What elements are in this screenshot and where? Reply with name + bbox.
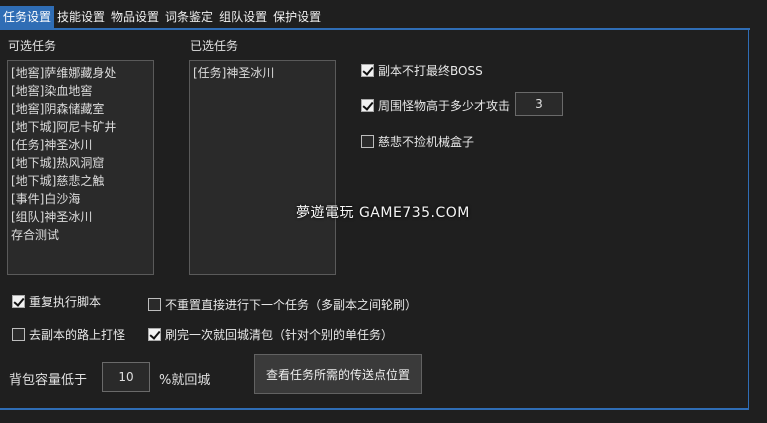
skip-final-boss-option[interactable]: 副本不打最终BOSS — [361, 62, 483, 79]
no-pickup-mech-box-option[interactable]: 慈悲不捡机械盒子 — [361, 133, 474, 150]
no-reset-next-task-option[interactable]: 不重置直接进行下一个任务（多副本之间轮刷） — [148, 296, 417, 313]
attack-level-label: 周围怪物高于多少才攻击 — [378, 99, 511, 113]
fight-on-way-option[interactable]: 去副本的路上打怪 — [12, 326, 125, 343]
checkbox-unchecked-icon[interactable] — [361, 135, 374, 148]
skip-final-boss-label: 副本不打最终BOSS — [378, 64, 483, 78]
tab-affix-identify[interactable]: 词条鉴定 — [162, 6, 216, 28]
list-item[interactable]: [地窖]阴森储藏室 — [11, 100, 153, 118]
list-item[interactable]: [事件]白沙海 — [11, 190, 153, 208]
tab-item-settings[interactable]: 物品设置 — [108, 6, 162, 28]
attack-level-option[interactable]: 周围怪物高于多少才攻击 — [361, 97, 510, 114]
attack-level-input[interactable]: 3 — [515, 92, 563, 116]
available-tasks-list[interactable]: [地窖]萨维娜藏身处 [地窖]染血地窖 [地窖]阴森储藏室 [地下城]阿尼卡矿井… — [7, 60, 154, 275]
selected-tasks-list[interactable]: [任务]神圣冰川 — [189, 60, 336, 275]
no-reset-next-task-label: 不重置直接进行下一个任务（多副本之间轮刷） — [165, 298, 418, 312]
list-item[interactable]: [任务]神圣冰川 — [11, 136, 153, 154]
return-clear-bag-label: 刷完一次就回城清包（针对个别的单任务） — [165, 328, 394, 342]
tab-protect-settings[interactable]: 保护设置 — [270, 6, 324, 28]
selected-tasks-label: 已选任务 — [190, 39, 239, 53]
tab-task-settings[interactable]: 任务设置 — [0, 6, 55, 28]
bag-capacity-input[interactable]: 10 — [102, 362, 150, 392]
checkbox-checked-icon[interactable] — [361, 99, 374, 112]
tab-team-settings[interactable]: 组队设置 — [216, 6, 270, 28]
list-item[interactable]: [地窖]染血地窖 — [11, 82, 153, 100]
bag-capacity-suffix: %就回城 — [159, 373, 211, 388]
list-item[interactable]: [组队]神圣冰川 — [11, 208, 153, 226]
no-pickup-mech-box-label: 慈悲不捡机械盒子 — [378, 135, 475, 149]
checkbox-unchecked-icon[interactable] — [12, 328, 25, 341]
bag-capacity-label: 背包容量低于 — [9, 373, 88, 388]
tab-skill-settings[interactable]: 技能设置 — [54, 6, 108, 28]
list-item[interactable]: [地窖]萨维娜藏身处 — [11, 64, 153, 82]
list-item[interactable]: 存合测试 — [11, 226, 153, 244]
watermark: 夢遊電玩 GAME735.COM — [296, 205, 470, 221]
repeat-script-option[interactable]: 重复执行脚本 — [12, 293, 101, 310]
repeat-script-label: 重复执行脚本 — [29, 295, 102, 309]
checkbox-checked-icon[interactable] — [361, 64, 374, 77]
tab-bar: 任务设置 技能设置 物品设置 词条鉴定 组队设置 保护设置 — [0, 6, 324, 28]
fight-on-way-label: 去副本的路上打怪 — [29, 328, 126, 342]
checkbox-checked-icon[interactable] — [12, 295, 25, 308]
checkbox-unchecked-icon[interactable] — [148, 298, 161, 311]
list-item[interactable]: [地下城]慈悲之触 — [11, 172, 153, 190]
return-clear-bag-option[interactable]: 刷完一次就回城清包（针对个别的单任务） — [148, 326, 393, 343]
list-item[interactable]: [地下城]热风洞窟 — [11, 154, 153, 172]
view-teleport-points-button[interactable]: 查看任务所需的传送点位置 — [254, 354, 422, 394]
available-tasks-label: 可选任务 — [8, 39, 57, 53]
checkbox-checked-icon[interactable] — [148, 328, 161, 341]
list-item[interactable]: [地下城]阿尼卡矿井 — [11, 118, 153, 136]
list-item[interactable]: [任务]神圣冰川 — [193, 64, 335, 82]
